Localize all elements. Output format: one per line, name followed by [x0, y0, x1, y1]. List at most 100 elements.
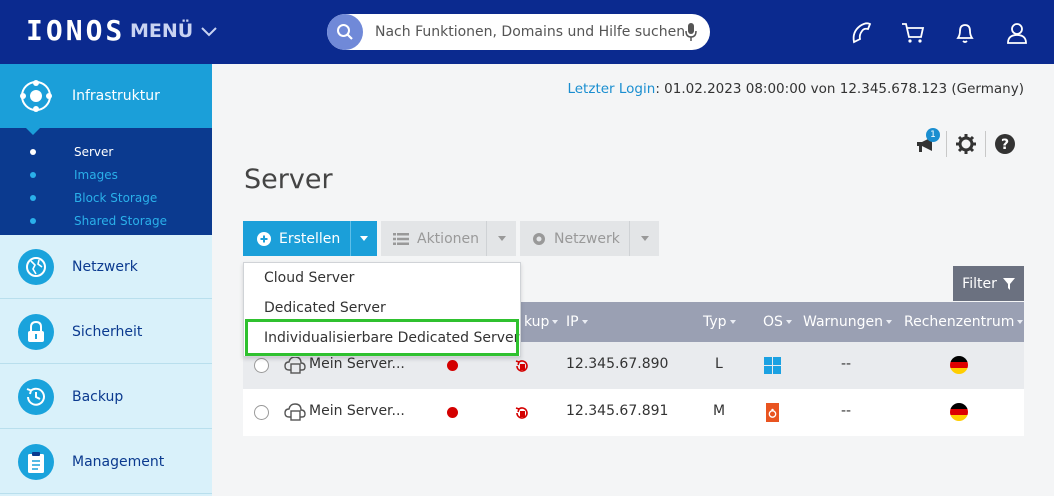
subnav-label: Server	[74, 144, 114, 159]
cart-icon[interactable]	[900, 20, 926, 46]
status-indicator	[447, 360, 458, 371]
list-icon	[393, 232, 409, 245]
sidebar-item-label: Management	[72, 453, 165, 470]
top-bar: IONOS MENÜ Nach Funktionen, Domains und …	[0, 0, 1054, 64]
sidebar-item-infrastruktur[interactable]: Infrastruktur	[0, 64, 212, 128]
last-login: Letzter Login: 01.02.2023 08:00:00 von 1…	[567, 81, 1024, 97]
sidebar-item-management[interactable]: Management	[0, 430, 212, 494]
ubuntu-logo-icon	[766, 403, 779, 422]
row-select-radio[interactable]	[254, 358, 269, 373]
column-header-backup[interactable]: kup	[524, 314, 559, 330]
subnav-item-block-storage[interactable]: Block Storage	[0, 186, 212, 209]
sidebar-item-label: Backup	[72, 388, 124, 405]
network-dropdown-toggle[interactable]	[629, 221, 659, 256]
lock-icon	[18, 313, 54, 350]
search-icon[interactable]	[327, 14, 363, 50]
sidebar-item-label: Netzwerk	[72, 258, 138, 275]
help-button[interactable]: ?	[986, 130, 1024, 158]
network-label: Netzwerk	[554, 230, 620, 247]
server-name[interactable]: Mein Server...	[309, 356, 405, 372]
last-login-value: : 01.02.2023 08:00:00 von 12.345.678.123…	[655, 81, 1024, 97]
column-header-label: Typ	[703, 314, 727, 330]
column-header-os[interactable]: OS	[763, 314, 792, 330]
bell-icon[interactable]	[952, 20, 978, 46]
subnav-label: Block Storage	[74, 190, 158, 205]
warnings: --	[841, 403, 852, 419]
menu-item-dedicated-server[interactable]: Dedicated Server	[264, 300, 386, 316]
table-row[interactable]: Mein Server... 12.345.67.891 M --	[243, 389, 1024, 436]
ionos-logo[interactable]: IONOS	[26, 14, 125, 47]
create-label: Erstellen	[279, 230, 341, 247]
subnav-label: Shared Storage	[74, 213, 168, 228]
sort-caret-icon	[886, 320, 893, 324]
column-header-label: IP	[566, 314, 579, 330]
sort-caret-icon	[581, 320, 588, 324]
cloud-server-icon	[284, 356, 306, 374]
svg-text:?: ?	[1001, 137, 1009, 153]
clipboard-icon	[18, 443, 54, 480]
funnel-icon	[1002, 277, 1015, 290]
network-globe-icon	[18, 248, 54, 285]
column-header-ip[interactable]: IP	[566, 314, 588, 330]
actions-button[interactable]: Aktionen	[381, 221, 486, 256]
active-caret	[26, 128, 40, 135]
caret-down-icon	[640, 236, 649, 241]
warnings: --	[841, 356, 852, 372]
utility-icons: 1 ?	[908, 128, 1024, 158]
bullet-icon	[30, 217, 36, 224]
last-login-link[interactable]: Letzter Login	[567, 81, 655, 97]
menu-item-cloud-server[interactable]: Cloud Server	[264, 270, 354, 286]
column-header-label: kup	[524, 314, 550, 330]
column-header-label: Warnungen	[803, 314, 884, 330]
menu-label: MENÜ	[130, 20, 194, 42]
search-input[interactable]: Nach Funktionen, Domains und Hilfe suche…	[375, 24, 685, 40]
user-icon[interactable]	[1004, 20, 1030, 46]
bullet-icon	[30, 194, 36, 201]
create-button[interactable]: Erstellen	[243, 221, 350, 256]
notifications-button[interactable]: 1	[908, 128, 946, 158]
plus-circle-icon	[257, 231, 271, 246]
status-indicator	[447, 407, 458, 418]
server-name[interactable]: Mein Server...	[309, 403, 405, 419]
server-type: L	[715, 356, 723, 372]
row-select-radio[interactable]	[254, 405, 269, 420]
phone-icon[interactable]	[848, 20, 874, 46]
backup-icon	[515, 360, 528, 372]
menu-button[interactable]: MENÜ	[130, 20, 219, 42]
actions-dropdown-toggle[interactable]	[486, 221, 516, 256]
subnav-item-shared-storage[interactable]: Shared Storage	[0, 209, 212, 232]
sort-caret-icon	[785, 320, 792, 324]
search-bar[interactable]: Nach Funktionen, Domains und Hilfe suche…	[327, 14, 710, 50]
germany-flag-icon	[950, 403, 968, 421]
network-icon	[533, 232, 545, 245]
highlight-box	[245, 319, 519, 356]
create-button-group: Erstellen	[243, 221, 377, 256]
windows-logo-icon	[764, 357, 781, 374]
backup-clock-icon	[18, 378, 54, 415]
sidebar-item-netzwerk[interactable]: Netzwerk	[0, 235, 212, 299]
sort-caret-icon	[1017, 320, 1024, 324]
sort-caret-icon	[729, 320, 736, 324]
sidebar-item-backup[interactable]: Backup	[0, 365, 212, 429]
column-header-warnungen[interactable]: Warnungen	[803, 314, 893, 330]
sidebar-item-label: Sicherheit	[72, 323, 143, 340]
filter-label: Filter	[962, 275, 997, 292]
microphone-icon[interactable]	[684, 22, 698, 42]
column-header-typ[interactable]: Typ	[703, 314, 736, 330]
sidebar-item-sicherheit[interactable]: Sicherheit	[0, 300, 212, 364]
germany-flag-icon	[950, 356, 968, 374]
create-dropdown-toggle[interactable]	[350, 221, 377, 256]
caret-down-icon	[360, 236, 368, 241]
subnav-item-images[interactable]: Images	[0, 163, 212, 186]
filter-button[interactable]: Filter	[953, 266, 1024, 301]
network-button[interactable]: Netzwerk	[520, 221, 629, 256]
help-icon: ?	[995, 134, 1015, 154]
sort-caret-icon	[552, 320, 559, 324]
network-button-group: Netzwerk	[520, 221, 659, 256]
subnav-item-server[interactable]: Server	[0, 140, 212, 163]
notification-badge: 1	[926, 128, 940, 142]
column-header-rechenzentrum[interactable]: Rechenzentrum	[904, 314, 1024, 330]
caret-down-icon	[497, 236, 506, 241]
settings-button[interactable]	[947, 130, 985, 158]
sidebar-item-label: Infrastruktur	[72, 88, 160, 104]
